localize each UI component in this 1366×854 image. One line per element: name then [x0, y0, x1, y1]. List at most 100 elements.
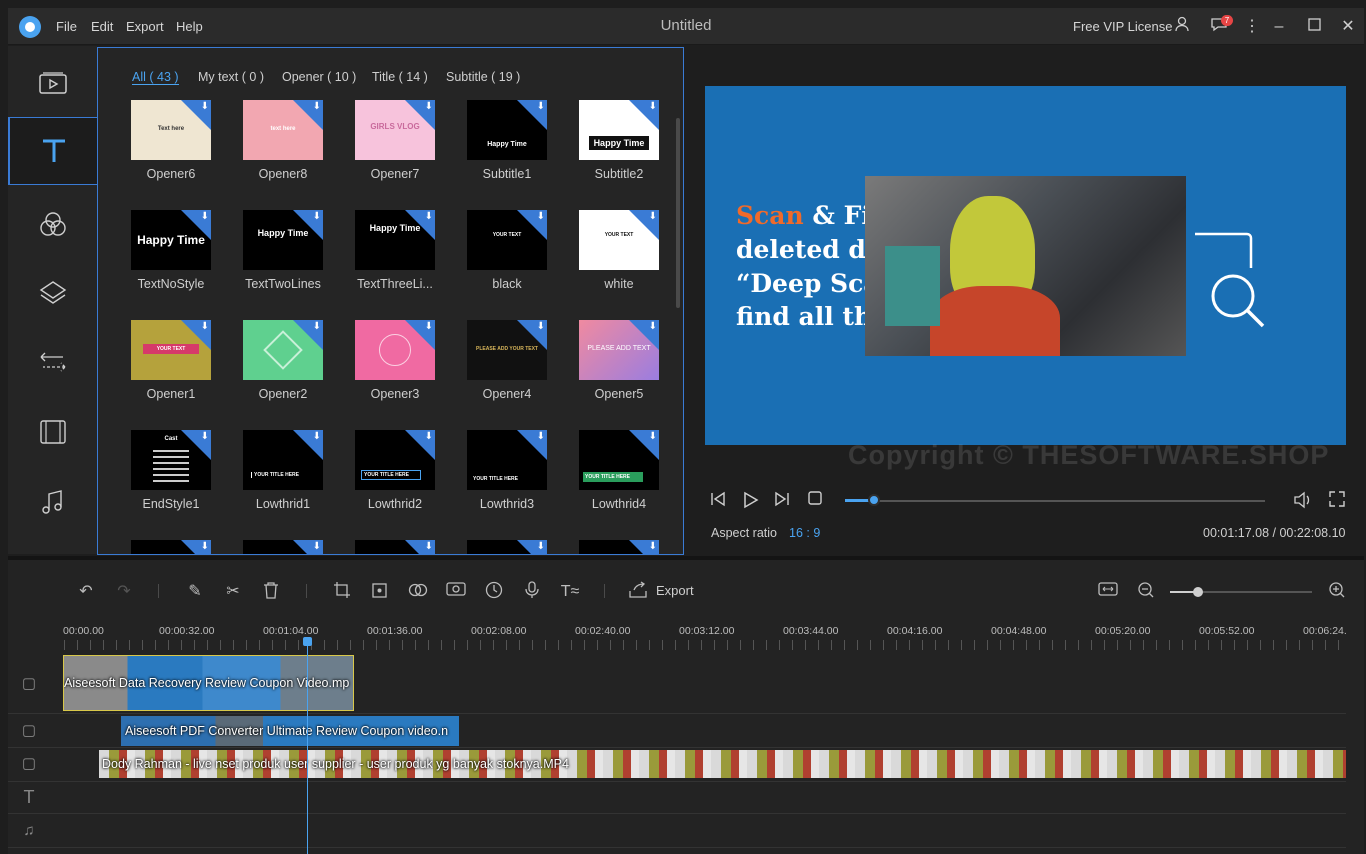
track-toggle-icon[interactable]: ▢ — [18, 753, 40, 775]
template-thumbnail[interactable]: YOUR TEXT — [467, 210, 547, 270]
template-thumbnail[interactable]: YOUR TITLE HERE — [355, 430, 435, 490]
zoom-out-icon[interactable] — [1135, 581, 1157, 603]
download-icon[interactable] — [293, 210, 323, 240]
download-icon[interactable] — [517, 320, 547, 350]
playback-progress-track[interactable] — [845, 500, 1265, 502]
template-thumbnail[interactable]: YOUR TITLE HERE — [467, 430, 547, 490]
timeline-ruler[interactable] — [64, 640, 1346, 650]
download-icon[interactable] — [517, 210, 547, 240]
track-toggle-icon[interactable]: ▢ — [18, 720, 40, 742]
delete-trash-icon[interactable] — [260, 581, 282, 603]
download-icon[interactable] — [629, 100, 659, 130]
template-thumbnail[interactable]: text here — [243, 100, 323, 160]
previous-frame-icon[interactable] — [708, 491, 728, 511]
template-thumbnail[interactable]: Text here — [131, 100, 211, 160]
color-adjust-icon[interactable] — [407, 581, 429, 603]
download-icon[interactable] — [293, 430, 323, 460]
template-thumbnail[interactable]: YOUR TITLE HERE — [243, 430, 323, 490]
picture-in-picture-video[interactable] — [865, 176, 1186, 356]
mosaic-icon[interactable] — [369, 581, 391, 603]
template-thumbnail[interactable] — [355, 320, 435, 380]
maximize-icon[interactable] — [1303, 16, 1325, 38]
menu-edit[interactable]: Edit — [91, 19, 113, 34]
minimize-icon[interactable]: – — [1268, 16, 1290, 38]
vip-license-link[interactable]: Free VIP License — [1073, 19, 1172, 34]
template-thumbnail[interactable] — [243, 320, 323, 380]
download-icon[interactable] — [181, 100, 211, 130]
export-icon[interactable] — [627, 581, 649, 603]
close-icon[interactable]: ✕ — [1337, 16, 1359, 38]
volume-icon[interactable] — [1293, 491, 1313, 511]
record-voice-icon[interactable] — [521, 581, 543, 603]
tab-my-text[interactable]: My text ( 0 ) — [198, 70, 264, 84]
user-icon[interactable] — [1171, 16, 1193, 38]
download-icon[interactable] — [181, 540, 211, 554]
template-thumbnail[interactable]: Happy Time — [243, 210, 323, 270]
download-icon[interactable] — [629, 540, 659, 554]
download-icon[interactable] — [405, 210, 435, 240]
template-thumbnail[interactable]: Happy Time — [355, 210, 435, 270]
timeline-clip[interactable]: Dody Rahman - live nset produk user supp… — [99, 750, 1346, 778]
duration-clock-icon[interactable] — [483, 581, 505, 603]
next-frame-icon[interactable] — [772, 491, 792, 511]
text-to-speech-icon[interactable]: T≈ — [559, 581, 581, 603]
download-icon[interactable] — [181, 430, 211, 460]
template-thumbnail[interactable]: Happy Time — [467, 100, 547, 160]
more-menu-icon[interactable]: ⋮ — [1241, 16, 1263, 38]
stop-icon[interactable] — [805, 491, 825, 511]
template-thumbnail[interactable]: PLEASE ADD YOUR TEXT — [467, 320, 547, 380]
download-icon[interactable] — [517, 100, 547, 130]
download-icon[interactable] — [405, 100, 435, 130]
fit-timeline-icon[interactable] — [1097, 581, 1119, 603]
playhead[interactable] — [307, 640, 308, 854]
template-thumbnail[interactable] — [131, 540, 211, 554]
download-icon[interactable] — [405, 320, 435, 350]
tab-opener[interactable]: Opener ( 10 ) — [282, 70, 356, 84]
screenshot-icon[interactable] — [445, 581, 467, 603]
template-thumbnail[interactable]: GIRLS VLOG — [355, 100, 435, 160]
crop-icon[interactable] — [331, 581, 353, 603]
download-icon[interactable] — [293, 100, 323, 130]
fullscreen-icon[interactable] — [1327, 491, 1347, 511]
tab-subtitle[interactable]: Subtitle ( 19 ) — [446, 70, 520, 84]
download-icon[interactable] — [293, 540, 323, 554]
download-icon[interactable] — [293, 320, 323, 350]
tab-all[interactable]: All ( 43 ) — [132, 70, 179, 85]
sidebar-item-music[interactable] — [8, 468, 97, 536]
sidebar-item-overlays[interactable] — [8, 259, 97, 327]
undo-icon[interactable]: ↶ — [75, 581, 97, 603]
download-icon[interactable] — [405, 430, 435, 460]
sidebar-item-text[interactable] — [8, 117, 97, 185]
timeline-clip[interactable]: Aiseesoft PDF Converter Ultimate Review … — [121, 716, 459, 746]
template-thumbnail[interactable] — [579, 540, 659, 554]
template-thumbnail[interactable]: Cast — [131, 430, 211, 490]
timeline-clip[interactable]: Aiseesoft Data Recovery Review Coupon Vi… — [63, 655, 354, 711]
sidebar-item-elements[interactable] — [8, 398, 97, 466]
template-thumbnail[interactable] — [355, 540, 435, 554]
zoom-in-icon[interactable] — [1326, 581, 1348, 603]
template-thumbnail[interactable]: Happy Time — [131, 210, 211, 270]
library-scrollbar[interactable] — [676, 118, 680, 308]
download-icon[interactable] — [181, 210, 211, 240]
sidebar-item-filters[interactable] — [8, 190, 97, 258]
menu-help[interactable]: Help — [176, 19, 203, 34]
export-button[interactable]: Export — [656, 583, 694, 598]
download-icon[interactable] — [517, 540, 547, 554]
play-icon[interactable] — [740, 491, 760, 511]
edit-pencil-icon[interactable]: ✎ — [184, 581, 206, 603]
template-thumbnail[interactable]: YOUR TITLE HERE — [579, 430, 659, 490]
download-icon[interactable] — [629, 320, 659, 350]
template-thumbnail[interactable]: Happy Time — [579, 100, 659, 160]
menu-export[interactable]: Export — [126, 19, 164, 34]
playhead-handle[interactable] — [303, 637, 312, 646]
download-icon[interactable] — [629, 430, 659, 460]
sidebar-item-media[interactable] — [8, 50, 97, 118]
menu-file[interactable]: File — [56, 19, 77, 34]
template-thumbnail[interactable]: PLEASE ADD TEXT — [579, 320, 659, 380]
template-thumbnail[interactable] — [467, 540, 547, 554]
download-icon[interactable] — [405, 540, 435, 554]
download-icon[interactable] — [629, 210, 659, 240]
download-icon[interactable] — [517, 430, 547, 460]
track-toggle-icon[interactable]: ▢ — [18, 673, 40, 695]
tab-title[interactable]: Title ( 14 ) — [372, 70, 428, 84]
